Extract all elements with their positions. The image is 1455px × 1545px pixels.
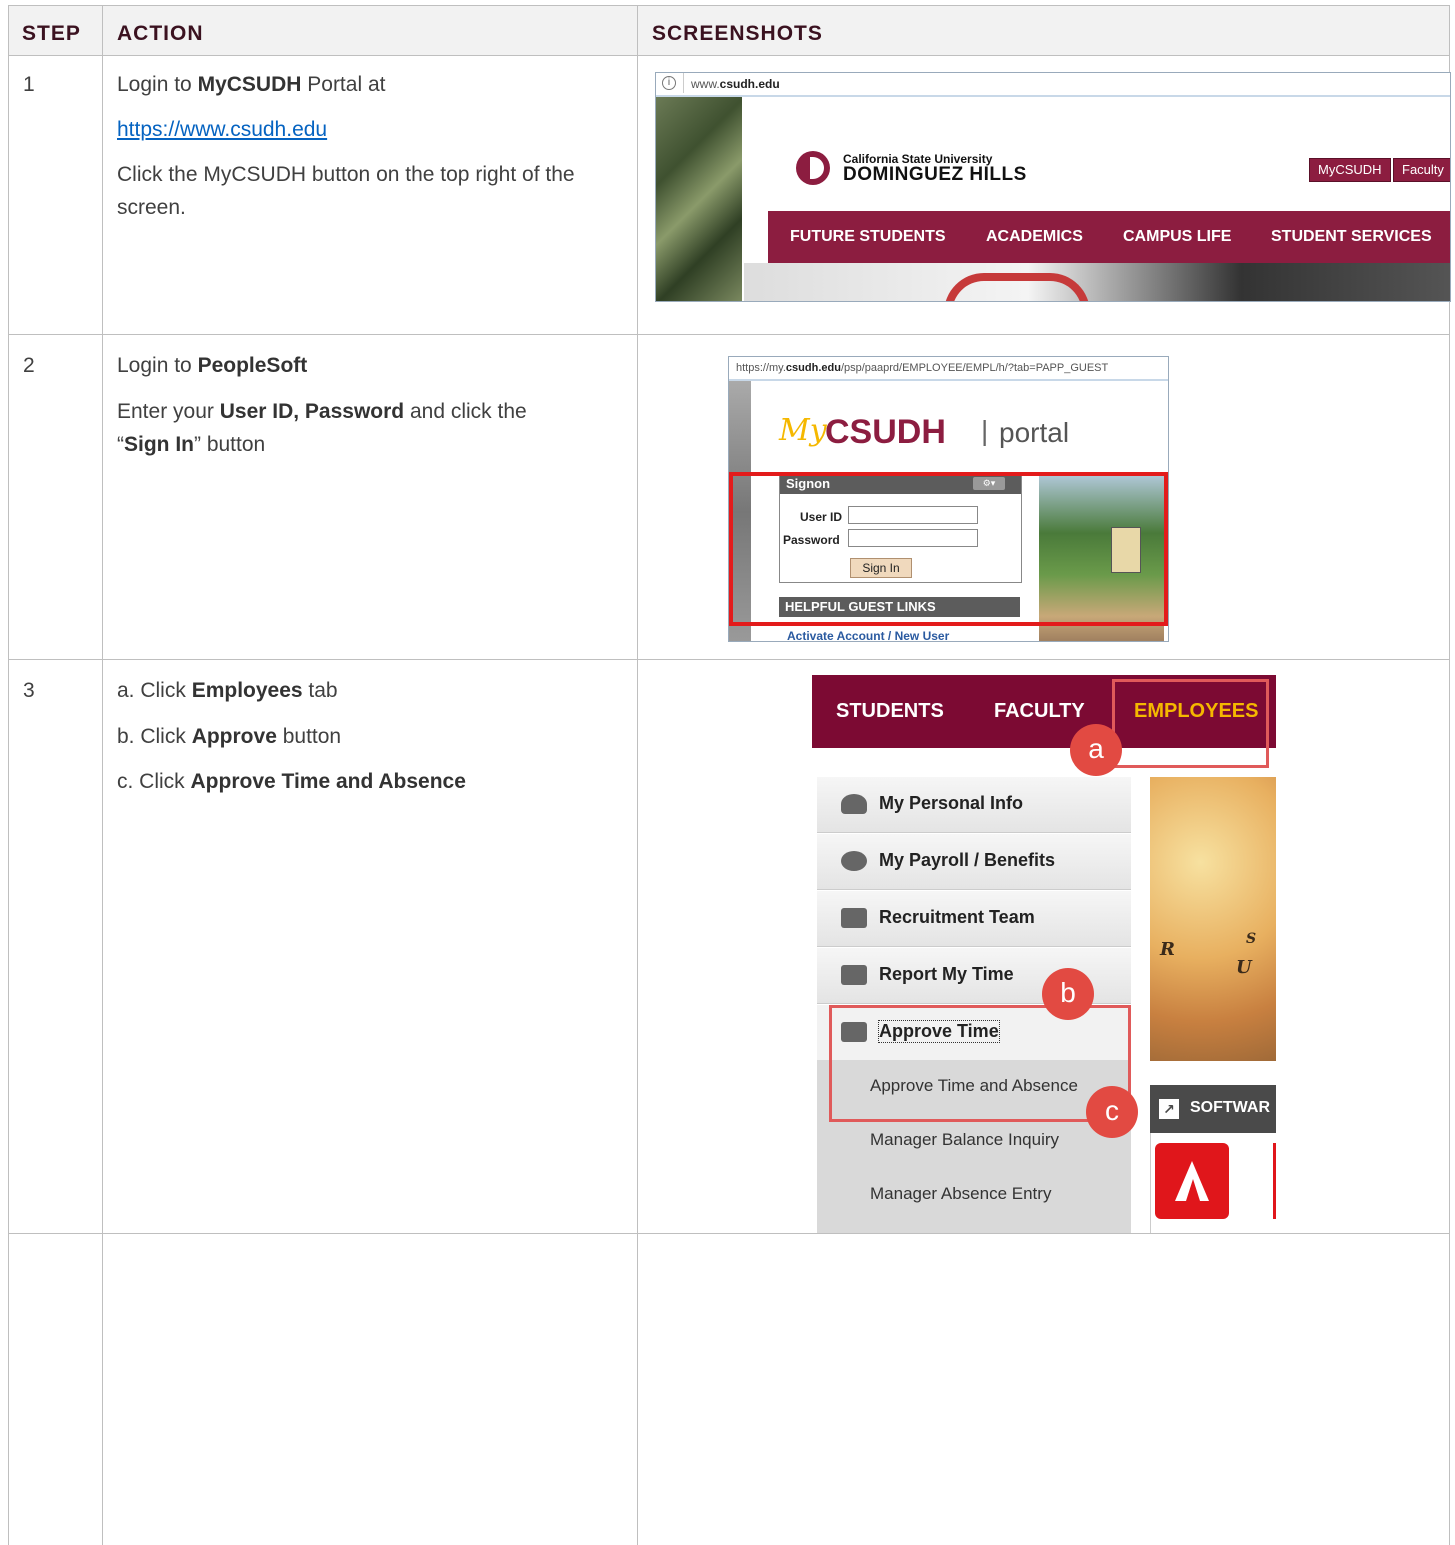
- people-group-icon: [841, 908, 867, 928]
- map-letter-u: U: [1236, 957, 1252, 978]
- annotation-badge-b: b: [1042, 968, 1094, 1020]
- brand-portal: portal: [999, 417, 1070, 448]
- tree-photo: [656, 97, 742, 301]
- external-link-icon: ↗: [1159, 1099, 1179, 1119]
- menu-recruitment-team[interactable]: Recruitment Team: [817, 891, 1131, 947]
- portal-url-bar: https://my.csudh.edu/psp/paaprd/EMPLOYEE…: [729, 357, 1168, 381]
- step-number-2: 2: [23, 354, 35, 377]
- step1-text: Login to: [117, 73, 198, 96]
- header-screenshots: SCREENSHOTS: [652, 22, 823, 45]
- step2-instruction-signin: “Sign In” button: [117, 433, 266, 456]
- screenshot-employees-menu: STUDENTS FACULTY EMPLOYEES My Personal I…: [812, 675, 1276, 1233]
- briefcase-icon: [841, 965, 867, 985]
- submenu-manager-balance-inquiry[interactable]: Manager Balance Inquiry: [817, 1114, 1131, 1168]
- employees-highlight-box: [1112, 679, 1269, 768]
- browser-url-bar: i www.csudh.edu: [656, 73, 1450, 97]
- signon-highlight-box: [729, 472, 1168, 626]
- activate-account-link[interactable]: Activate Account / New User: [787, 629, 949, 641]
- nav-student-services[interactable]: STUDENT SERVICES: [1271, 228, 1432, 246]
- row-divider-2: [8, 659, 1450, 660]
- step3-instruction-a: a. Click Employees tab: [117, 679, 338, 702]
- csudh-link[interactable]: https://www.csudh.edu: [117, 113, 327, 146]
- mycsudh-button[interactable]: MyCSUDH: [1309, 158, 1391, 182]
- brand-my: My: [779, 413, 827, 448]
- software-panel-header: ↗ SOFTWAR: [1150, 1085, 1276, 1133]
- step2-instruction-enter: Enter your User ID, Password and click t…: [117, 400, 527, 423]
- software-panel-body: [1150, 1133, 1276, 1233]
- header-step: STEP: [22, 22, 81, 45]
- coins-icon: [841, 851, 867, 871]
- brand-separator: |: [981, 415, 989, 446]
- url-text: www.csudh.edu: [691, 77, 780, 91]
- annotation-badge-c: c: [1086, 1086, 1138, 1138]
- step1-bold-mycsudh: MyCSUDH: [197, 73, 302, 96]
- step1-instruction-click: Click the MyCSUDH button on the top righ…: [117, 163, 575, 219]
- menu-my-personal-info[interactable]: My Personal Info: [817, 777, 1131, 833]
- person-icon: [841, 794, 867, 814]
- hero-image: [744, 263, 1450, 301]
- annotation-badge-a: a: [1070, 724, 1122, 776]
- nav-future-students[interactable]: FUTURE STUDENTS: [790, 228, 946, 246]
- column-divider-1: [102, 5, 103, 1545]
- map-letter-r: R: [1160, 939, 1175, 960]
- step3-instruction-b: b. Click Approve button: [117, 725, 342, 748]
- map-letter-s: S: [1246, 931, 1257, 947]
- submenu-manager-absence-entry[interactable]: Manager Absence Entry: [817, 1168, 1131, 1233]
- header-action: ACTION: [117, 22, 204, 45]
- approve-highlight-box: [829, 1005, 1131, 1122]
- row-divider-3: [8, 1233, 1450, 1234]
- software-label: SOFTWAR: [1190, 1099, 1270, 1116]
- row-divider-1: [8, 334, 1450, 335]
- nav-academics[interactable]: ACADEMICS: [986, 228, 1083, 246]
- nav-campus-life[interactable]: CAMPUS LIFE: [1123, 228, 1231, 246]
- tab-faculty[interactable]: FACULTY: [994, 700, 1085, 723]
- step1-text-post: Portal at: [301, 73, 386, 96]
- info-icon: i: [662, 76, 676, 90]
- tab-students[interactable]: STUDENTS: [836, 700, 944, 723]
- step2-instruction-login: Login to PeopleSoft: [117, 354, 308, 377]
- step3-instruction-c: c. Click Approve Time and Absence: [117, 770, 466, 793]
- screenshot-csudh-homepage: i www.csudh.edu California State Univers…: [655, 72, 1451, 302]
- adobe-icon[interactable]: [1155, 1143, 1229, 1219]
- second-app-icon[interactable]: [1273, 1143, 1276, 1219]
- homepage-nav-bar: FUTURE STUDENTS ACADEMICS CAMPUS LIFE ST…: [768, 211, 1450, 263]
- logo-line2: DOMINGUEZ HILLS: [843, 164, 1027, 185]
- faculty-button[interactable]: Faculty: [1393, 158, 1450, 182]
- screenshot-mycsudh-portal: https://my.csudh.edu/psp/paaprd/EMPLOYEE…: [728, 356, 1169, 642]
- step-number-1: 1: [23, 73, 35, 96]
- table-border-left: [8, 5, 9, 1545]
- step1-instruction-login: Login to MyCSUDH Portal at: [117, 68, 385, 101]
- csudh-logo-icon: [796, 151, 830, 185]
- menu-my-payroll-benefits[interactable]: My Payroll / Benefits: [817, 834, 1131, 890]
- step-number-3: 3: [23, 679, 35, 702]
- brand-csudh: CSUDH: [825, 413, 946, 451]
- column-divider-2: [637, 5, 638, 1545]
- map-image: R U S: [1150, 777, 1276, 1061]
